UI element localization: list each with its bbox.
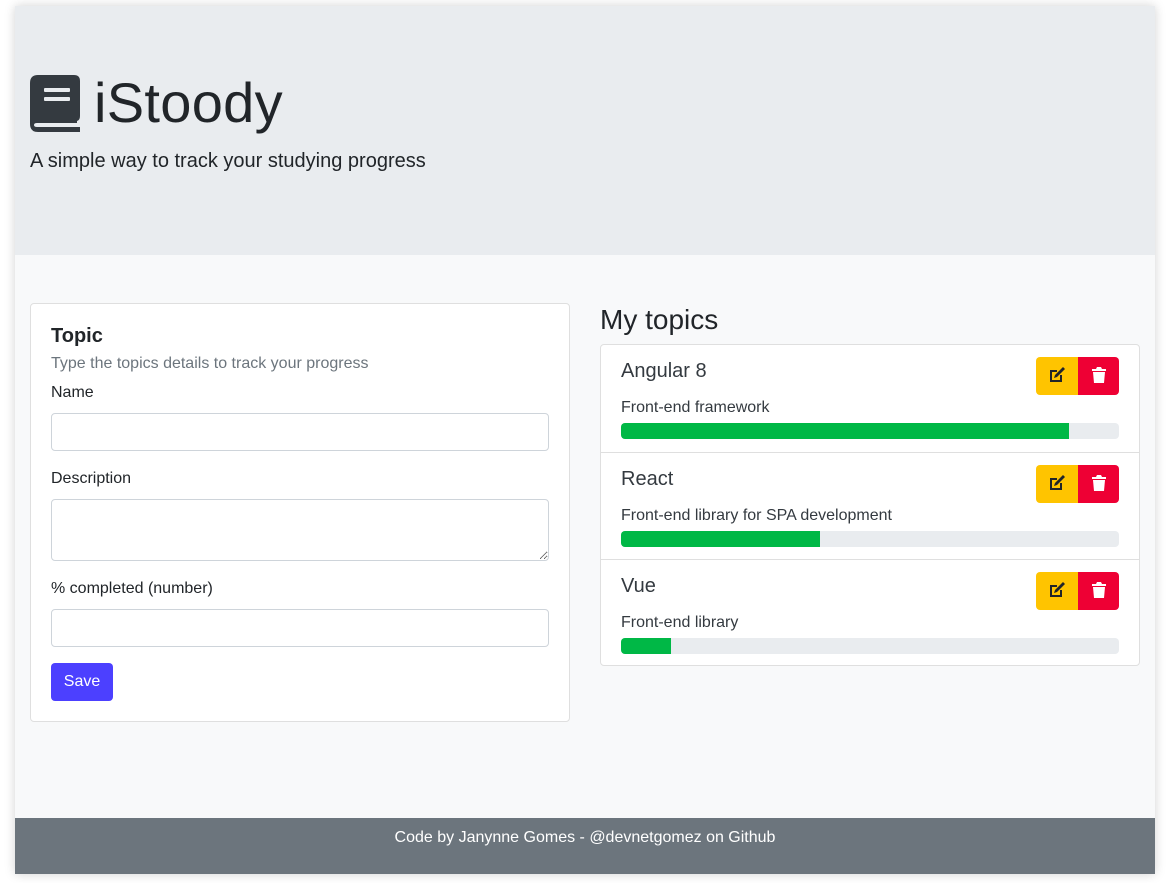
- percent-input[interactable]: [51, 609, 549, 647]
- footer: Code by Janynne Gomes - @devnetgomez on …: [15, 818, 1155, 874]
- percent-label: % completed (number): [51, 580, 213, 597]
- delete-button[interactable]: [1078, 357, 1119, 395]
- progress-track: [621, 531, 1119, 547]
- trash-icon: [1091, 581, 1106, 601]
- topic-item: Angular 8 Front-end framework: [601, 345, 1139, 452]
- progress-bar: [621, 531, 821, 547]
- form-subtitle: Type the topics details to track your pr…: [51, 355, 369, 372]
- topic-form-card: Topic Type the topics details to track y…: [30, 303, 570, 722]
- topic-name: React: [621, 468, 674, 490]
- trash-icon: [1091, 474, 1106, 494]
- topic-list: Angular 8 Front-end framework React Fron…: [600, 344, 1140, 666]
- progress-track: [621, 638, 1119, 654]
- header-jumbotron: iStoody A simple way to track your study…: [15, 6, 1155, 255]
- edit-button[interactable]: [1036, 357, 1078, 395]
- app-container: iStoody A simple way to track your study…: [15, 6, 1155, 874]
- topic-actions: [1036, 357, 1119, 395]
- progress-bar: [621, 638, 671, 654]
- topic-actions: [1036, 465, 1119, 503]
- topic-item: Vue Front-end library: [601, 559, 1139, 666]
- topic-actions: [1036, 572, 1119, 610]
- delete-button[interactable]: [1078, 465, 1119, 503]
- footer-text: Code by Janynne Gomes - @devnetgomez on …: [394, 829, 776, 846]
- topic-item: React Front-end library for SPA developm…: [601, 452, 1139, 559]
- topic-description: Front-end library for SPA development: [621, 507, 892, 524]
- topic-description: Front-end framework: [621, 399, 770, 416]
- edit-icon: [1048, 366, 1066, 386]
- save-button[interactable]: Save: [51, 663, 113, 701]
- progress-track: [621, 423, 1119, 439]
- app-title: iStoody: [94, 71, 283, 134]
- app-subtitle: A simple way to track your studying prog…: [30, 150, 426, 172]
- trash-icon: [1091, 366, 1106, 386]
- topic-name: Angular 8: [621, 360, 707, 382]
- book-icon: [30, 74, 80, 132]
- delete-button[interactable]: [1078, 572, 1119, 610]
- edit-button[interactable]: [1036, 465, 1078, 503]
- edit-button[interactable]: [1036, 572, 1078, 610]
- form-title: Topic: [51, 325, 103, 347]
- name-input[interactable]: [51, 413, 549, 451]
- topics-heading: My topics: [600, 304, 719, 335]
- edit-icon: [1048, 474, 1066, 494]
- brand: iStoody: [30, 72, 283, 134]
- topic-name: Vue: [621, 575, 656, 597]
- description-input[interactable]: [51, 499, 549, 561]
- progress-bar: [621, 423, 1070, 439]
- topic-description: Front-end library: [621, 614, 739, 631]
- description-label: Description: [51, 470, 132, 487]
- name-label: Name: [51, 384, 94, 401]
- edit-icon: [1048, 581, 1066, 601]
